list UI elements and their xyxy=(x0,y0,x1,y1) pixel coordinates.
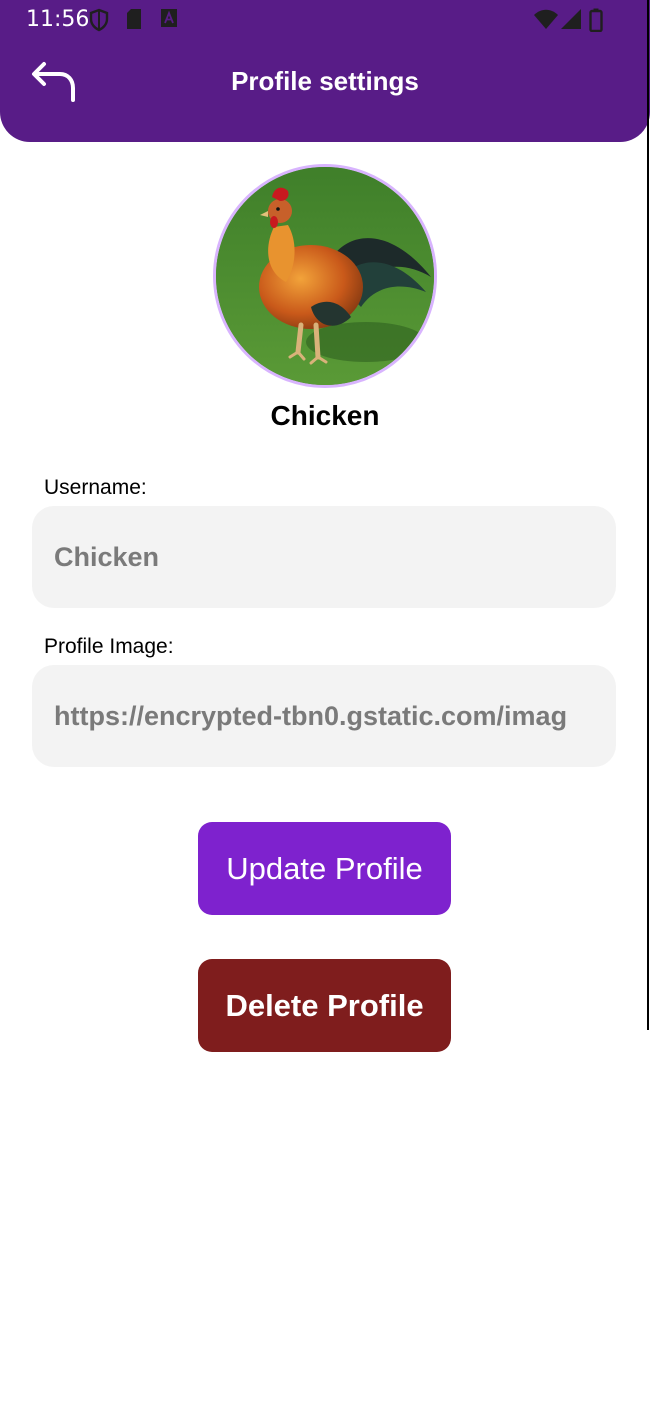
a-box-icon xyxy=(161,9,177,27)
profile-image-label: Profile Image: xyxy=(44,635,174,658)
status-time: 11:56 xyxy=(26,7,90,32)
avatar xyxy=(213,164,437,388)
profile-display-name: Chicken xyxy=(270,400,380,431)
battery-icon xyxy=(589,8,603,32)
shield-icon xyxy=(89,8,109,32)
app-header: 11:56 Profile settings xyxy=(0,0,650,142)
update-profile-button[interactable]: Update Profile xyxy=(198,822,451,915)
username-label: Username: xyxy=(44,476,147,499)
delete-profile-button[interactable]: Delete Profile xyxy=(198,959,451,1052)
page-title: Profile settings xyxy=(231,66,419,96)
sd-card-icon xyxy=(127,9,141,29)
username-input[interactable] xyxy=(32,506,616,608)
profile-image-input[interactable] xyxy=(32,665,616,767)
rooster-image xyxy=(216,167,434,385)
edge-divider xyxy=(647,0,649,1030)
status-bar: 11:56 xyxy=(0,0,650,40)
wifi-icon xyxy=(534,9,558,29)
signal-icon xyxy=(561,9,581,29)
